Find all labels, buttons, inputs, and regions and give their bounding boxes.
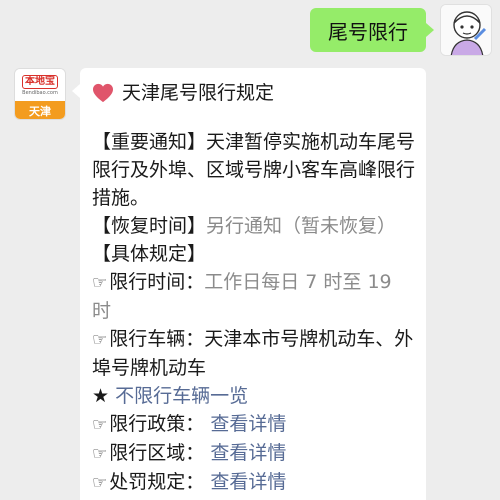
area-row: ☞ 限行区域： 查看详情 (92, 439, 416, 468)
area-label: 限行区域： (109, 442, 205, 464)
sender-avatar[interactable]: 本地宝 Bendibao.com 天津 (14, 68, 66, 120)
penalty-details-link[interactable]: 查看详情 (210, 471, 286, 493)
sender-city-label: 天津 (15, 101, 65, 119)
pointing-hand-icon: ☞ (92, 330, 108, 350)
outgoing-message-row: 尾号限行 (310, 4, 492, 56)
incoming-message-bubble: 天津尾号限行规定 【重要通知】天津暂停实施机动车尾号限行及外埠、区域号牌小客车高… (72, 68, 426, 500)
message-heading: 天津尾号限行规定 (92, 78, 416, 108)
vehicles-row: ☞ 限行车辆：天津本市号牌机动车、外埠号牌机动车 (92, 325, 416, 382)
vehicles-label: 限行车辆： (109, 328, 205, 350)
time-label: 限行时间： (109, 271, 205, 293)
resume-label: 【恢复时间】 (92, 215, 207, 237)
policy-row: ☞ 限行政策： 查看详情 (92, 410, 416, 439)
notice-label: 【重要通知】 (92, 131, 207, 153)
notice-paragraph: 【重要通知】天津暂停实施机动车尾号限行及外埠、区域号牌小客车高峰限行措施。 (92, 128, 416, 212)
user-avatar-icon (441, 5, 491, 55)
heart-icon (93, 83, 113, 103)
exempt-row: ★ 不限行车辆一览 (92, 382, 416, 410)
pointing-hand-icon: ☞ (92, 444, 108, 464)
sender-site-text: Bendibao.com (22, 89, 58, 96)
area-details-link[interactable]: 查看详情 (210, 442, 286, 464)
outgoing-message-text: 尾号限行 (328, 19, 408, 44)
star-icon: ★ (92, 385, 110, 407)
policy-details-link[interactable]: 查看详情 (210, 413, 286, 435)
pointing-hand-icon: ☞ (92, 415, 108, 435)
pointing-hand-icon: ☞ (92, 273, 108, 293)
outgoing-message-bubble[interactable]: 尾号限行 (310, 8, 434, 52)
resume-row: 【恢复时间】另行通知（暂未恢复） (92, 212, 416, 240)
sender-brand-logo: 本地宝 (22, 74, 58, 89)
exempt-vehicles-link[interactable]: 不限行车辆一览 (115, 385, 248, 407)
resume-value: 另行通知（暂未恢复） (206, 215, 397, 237)
rules-heading: 【具体规定】 (92, 243, 207, 265)
penalty-row: ☞ 处罚规定： 查看详情 (92, 468, 416, 497)
user-avatar[interactable] (440, 4, 492, 56)
policy-label: 限行政策： (109, 413, 205, 435)
pointing-hand-icon: ☞ (92, 473, 108, 493)
penalty-label: 处罚规定： (109, 471, 205, 493)
time-row: ☞ 限行时间：工作日每日 7 时至 19 时 (92, 268, 416, 325)
message-title: 天津尾号限行规定 (122, 82, 275, 104)
